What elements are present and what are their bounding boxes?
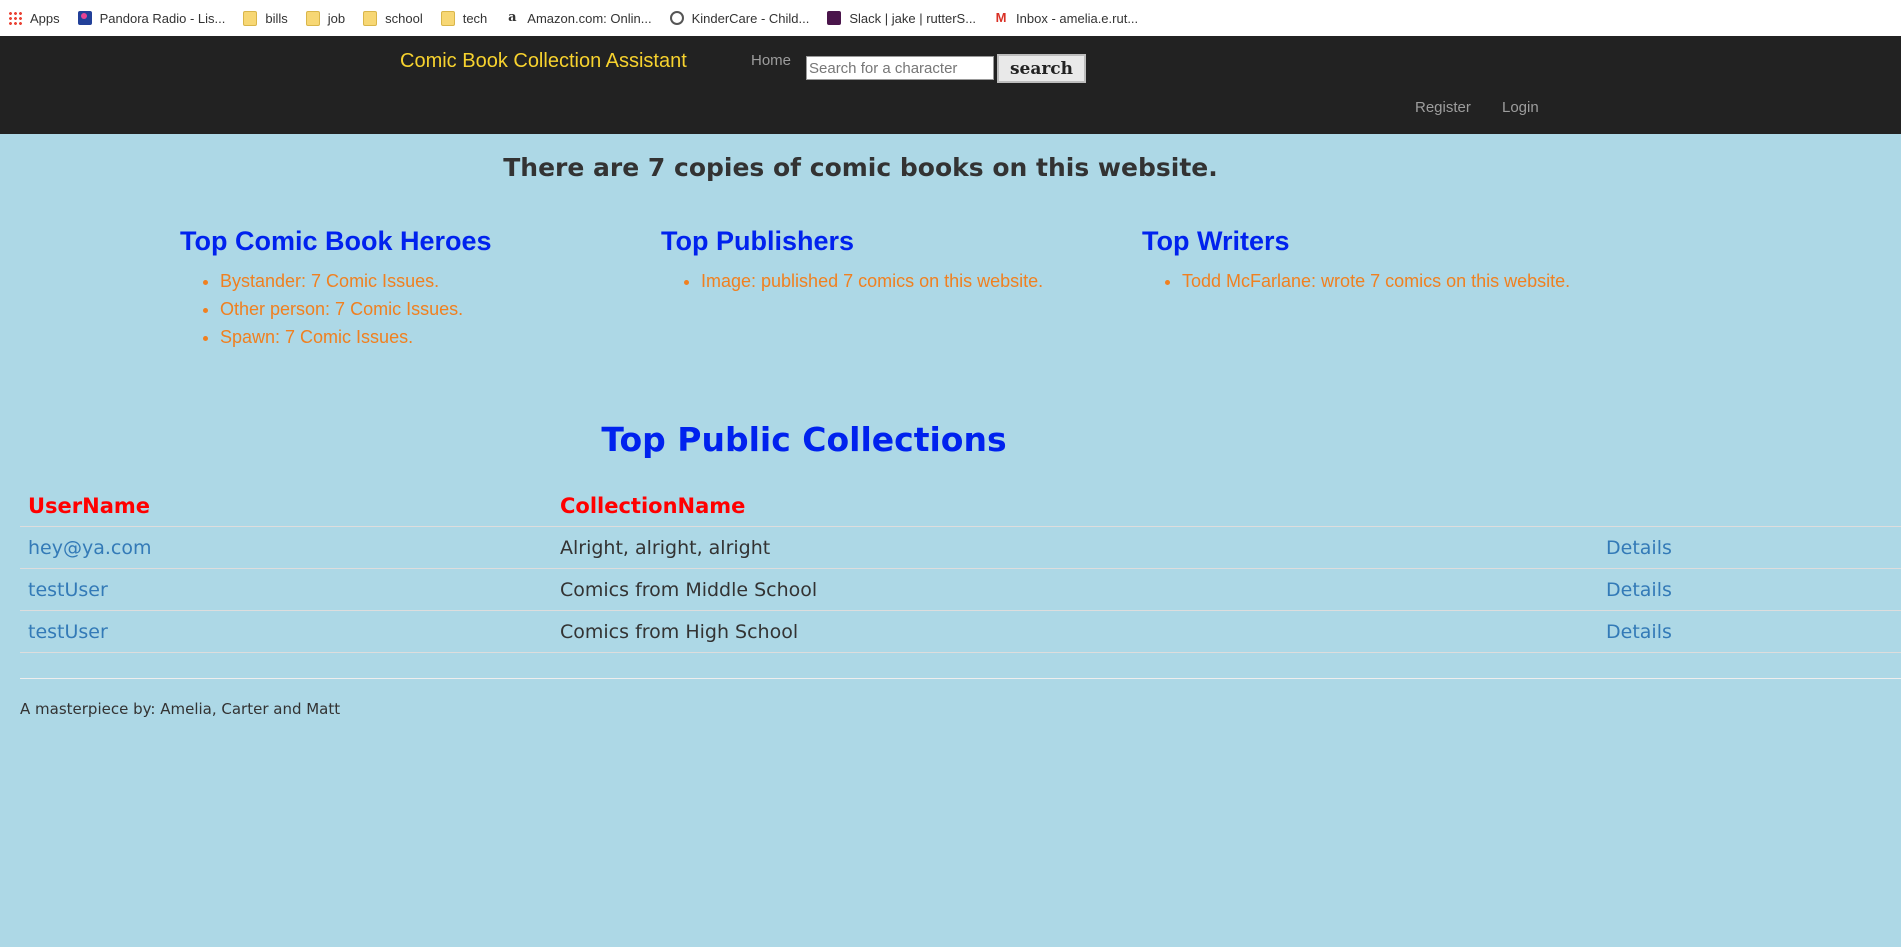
bookmark-job[interactable]: job: [305, 10, 346, 26]
bookmark-amazon[interactable]: a Amazon.com: Onlin...: [505, 10, 652, 26]
details-link[interactable]: Details: [1606, 537, 1672, 559]
top-publishers-title: Top Publishers: [661, 226, 855, 256]
cell-user: hey@ya.com: [20, 526, 552, 569]
cell-action: Details: [1598, 568, 1901, 611]
bookmark-label: Inbox - amelia.e.rut...: [1016, 10, 1139, 26]
folder-icon: [243, 10, 258, 26]
brand-link[interactable]: Comic Book Collection Assistant: [400, 50, 687, 73]
details-link[interactable]: Details: [1606, 579, 1672, 601]
cell-user: testUser: [20, 610, 552, 653]
cell-user: testUser: [20, 568, 552, 611]
cell-collection-name: Comics from Middle School: [552, 568, 1598, 611]
bookmark-label: school: [385, 10, 423, 26]
bookmark-label: Pandora Radio - Lis...: [99, 10, 226, 26]
bookmark-label: Slack | jake | rutterS...: [849, 10, 977, 26]
table-row: testUser Comics from Middle School Detai…: [20, 568, 1901, 611]
search-button[interactable]: search: [997, 54, 1086, 83]
bookmark-label: tech: [462, 10, 488, 26]
cell-action: Details: [1598, 610, 1901, 653]
header-username: UserName: [20, 486, 552, 527]
bookmark-label: KinderCare - Child...: [691, 10, 810, 26]
copies-headline: There are 7 copies of comic books on thi…: [503, 153, 1218, 182]
user-link[interactable]: testUser: [28, 579, 108, 601]
top-heroes-list: Bystander: 7 Comic Issues. Other person:…: [180, 267, 492, 351]
top-writers-section: Top Writers Todd McFarlane: wrote 7 comi…: [1142, 226, 1570, 295]
top-heroes-section: Top Comic Book Heroes Bystander: 7 Comic…: [180, 226, 492, 351]
top-writers-list: Todd McFarlane: wrote 7 comics on this w…: [1142, 267, 1570, 295]
cell-collection-name: Alright, alright, alright: [552, 526, 1598, 569]
footer-divider: [20, 678, 1901, 679]
details-link[interactable]: Details: [1606, 621, 1672, 643]
header-collectionname: CollectionName: [552, 486, 1598, 527]
table-header-row: UserName CollectionName: [20, 486, 1901, 527]
user-link[interactable]: testUser: [28, 621, 108, 643]
folder-icon: [305, 10, 320, 26]
footer-text: A masterpiece by: Amelia, Carter and Mat…: [20, 700, 341, 718]
bookmark-pandora[interactable]: Pandora Radio - Lis...: [77, 10, 226, 26]
collections-table: UserName CollectionName hey@ya.com Alrig…: [20, 486, 1901, 653]
apps-icon: [8, 11, 22, 25]
globe-icon: [669, 11, 684, 25]
bookmark-apps[interactable]: Apps: [8, 11, 60, 26]
top-heroes-title: Top Comic Book Heroes: [180, 226, 492, 256]
table-row: hey@ya.com Alright, alright, alright Det…: [20, 526, 1901, 569]
bookmark-school[interactable]: school: [363, 10, 423, 26]
table-row: testUser Comics from High School Details: [20, 610, 1901, 653]
bookmark-label: Apps: [30, 10, 60, 26]
list-item: Bystander: 7 Comic Issues.: [220, 267, 492, 295]
nav-register-link[interactable]: Register: [1415, 99, 1471, 116]
cell-action: Details: [1598, 526, 1901, 569]
search-input[interactable]: [806, 56, 994, 80]
header-actions: [1598, 486, 1901, 527]
top-writers-title: Top Writers: [1142, 226, 1290, 256]
collections-title: Top Public Collections: [601, 420, 1007, 459]
bookmark-label: bills: [265, 10, 288, 26]
bookmark-bills[interactable]: bills: [243, 10, 288, 26]
list-item: Todd McFarlane: wrote 7 comics on this w…: [1182, 267, 1570, 295]
folder-icon: [363, 10, 378, 26]
bookmark-gmail[interactable]: M Inbox - amelia.e.rut...: [994, 10, 1139, 26]
bookmarks-bar: Apps Pandora Radio - Lis... bills job sc…: [0, 0, 1901, 36]
list-item: Other person: 7 Comic Issues.: [220, 295, 492, 323]
list-item: Image: published 7 comics on this websit…: [701, 267, 1043, 295]
pandora-icon: [77, 11, 92, 25]
nav-login-link[interactable]: Login: [1502, 99, 1539, 116]
top-publishers-list: Image: published 7 comics on this websit…: [661, 267, 1043, 295]
navbar: Comic Book Collection Assistant Home sea…: [0, 36, 1901, 134]
cell-collection-name: Comics from High School: [552, 610, 1598, 653]
user-link[interactable]: hey@ya.com: [28, 537, 151, 559]
list-item: Spawn: 7 Comic Issues.: [220, 323, 492, 351]
nav-home-link[interactable]: Home: [751, 52, 791, 69]
bookmark-label: job: [327, 10, 346, 26]
folder-icon: [440, 10, 455, 26]
bookmark-slack[interactable]: Slack | jake | rutterS...: [827, 11, 976, 26]
bookmark-tech[interactable]: tech: [440, 10, 488, 26]
slack-icon: [827, 11, 842, 25]
top-publishers-section: Top Publishers Image: published 7 comics…: [661, 226, 1043, 295]
bookmark-label: Amazon.com: Onlin...: [527, 10, 652, 26]
gmail-icon: M: [995, 10, 1007, 25]
bookmark-kindercare[interactable]: KinderCare - Child...: [669, 10, 810, 26]
amazon-icon: a: [508, 10, 517, 25]
